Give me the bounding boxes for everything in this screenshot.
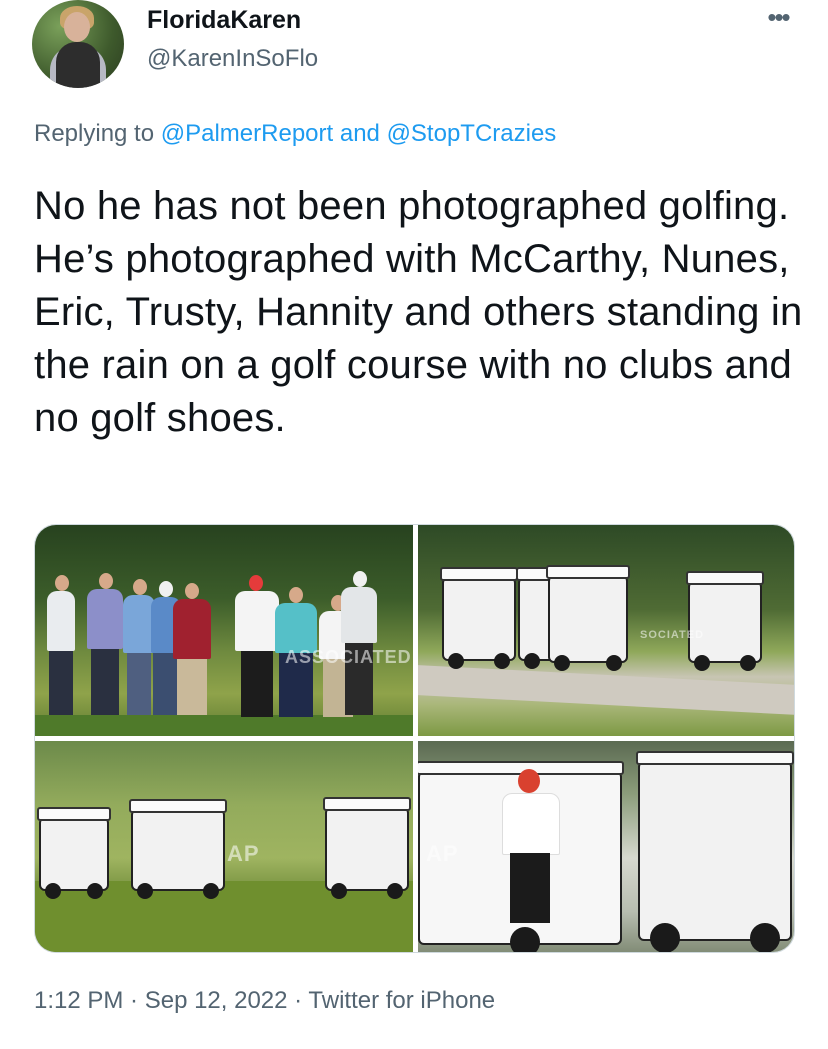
reply-prefix: Replying to xyxy=(34,120,155,147)
person-head xyxy=(353,571,367,587)
golf-cart xyxy=(546,565,630,671)
golf-cart-wheel xyxy=(650,923,680,952)
golf-cart-wheel xyxy=(606,655,622,671)
photo-watermark: AP xyxy=(227,841,260,866)
golf-cart-roof xyxy=(546,565,630,579)
photo-watermark: AP xyxy=(426,841,459,866)
golf-cart xyxy=(129,799,227,899)
person xyxy=(173,599,211,659)
person-head xyxy=(185,583,199,599)
cart-path xyxy=(418,665,794,715)
golf-cart-roof xyxy=(636,751,794,765)
reply-mention-palmerreport[interactable]: @PalmerReport xyxy=(161,120,333,147)
person-head xyxy=(55,575,69,591)
golf-cart-wheel xyxy=(387,883,403,899)
golf-cart-wheel xyxy=(448,653,464,669)
golf-cart xyxy=(323,797,411,899)
golf-cart-roof xyxy=(37,807,111,821)
person-legs xyxy=(49,651,73,715)
golf-cart-roof xyxy=(323,797,411,811)
golf-cart-wheel xyxy=(740,655,756,671)
golf-cart-roof xyxy=(686,571,764,585)
golf-cart-wheel xyxy=(331,883,347,899)
person-legs xyxy=(91,649,119,715)
golf-cart-wheel xyxy=(137,883,153,899)
golf-cart-wheel xyxy=(45,883,61,899)
golf-cart-roof xyxy=(440,567,518,581)
person-head xyxy=(289,587,303,603)
photo-carts-grass[interactable]: AP xyxy=(35,741,413,952)
user-handle[interactable]: @KarenInSoFlo xyxy=(147,45,318,73)
person xyxy=(235,591,279,651)
golf-cart-wheel xyxy=(203,883,219,899)
golf-cart-wheel xyxy=(510,927,540,952)
avatar-figure-body xyxy=(56,42,100,88)
person-head xyxy=(133,579,147,595)
person-legs xyxy=(177,659,207,715)
person-legs xyxy=(241,651,273,717)
photo-watermark: SOCIATED xyxy=(640,629,705,641)
reply-mention-stoptcrazies[interactable]: @StopTCrazies xyxy=(387,120,557,147)
person-head xyxy=(99,573,113,589)
photo-cart-closeup[interactable]: AP xyxy=(418,741,794,952)
tweet-header: FloridaKaren @KarenInSoFlo ••• xyxy=(32,0,796,90)
golf-cart-wheel xyxy=(750,923,780,952)
golf-cart-wheel xyxy=(494,653,510,669)
photo-group-standing[interactable]: ASSOCIATED xyxy=(35,525,413,736)
golf-cart-wheel xyxy=(554,655,570,671)
golf-cart xyxy=(440,567,518,669)
golf-cart-wheel xyxy=(87,883,103,899)
person xyxy=(341,587,377,643)
tweet-text: No he has not been photographed golfing.… xyxy=(34,184,803,440)
person-head xyxy=(249,575,263,591)
person xyxy=(47,591,75,651)
display-name[interactable]: FloridaKaren xyxy=(147,6,301,35)
photo-carts-path[interactable]: SOCIATED xyxy=(418,525,794,736)
person-head xyxy=(518,769,540,793)
photo-watermark: ASSOCIATED xyxy=(285,647,412,667)
reply-context: Replying to @PalmerReport and @StopTCraz… xyxy=(34,120,556,148)
avatar[interactable] xyxy=(32,0,124,88)
golf-cart xyxy=(636,751,794,952)
person-legs xyxy=(153,653,177,715)
golf-cart-wheel xyxy=(694,655,710,671)
person xyxy=(87,589,123,649)
media-grid[interactable]: ASSOCIATED SOCIATED AP AP xyxy=(34,524,795,953)
golf-cart xyxy=(686,571,764,671)
golf-cart-wheel xyxy=(524,653,540,669)
golf-cart xyxy=(37,807,111,899)
avatar-figure-face xyxy=(64,12,90,42)
person xyxy=(502,793,560,855)
person-legs xyxy=(510,853,550,923)
reply-and: and xyxy=(339,120,380,147)
person-legs xyxy=(127,653,151,715)
person xyxy=(275,603,317,653)
more-horizontal-icon[interactable]: ••• xyxy=(760,4,796,32)
person-head xyxy=(159,581,173,597)
grass-strip xyxy=(35,715,413,736)
tweet-timestamp[interactable]: 1:12 PM · Sep 12, 2022 · Twitter for iPh… xyxy=(34,987,495,1015)
golf-cart-roof xyxy=(129,799,227,813)
